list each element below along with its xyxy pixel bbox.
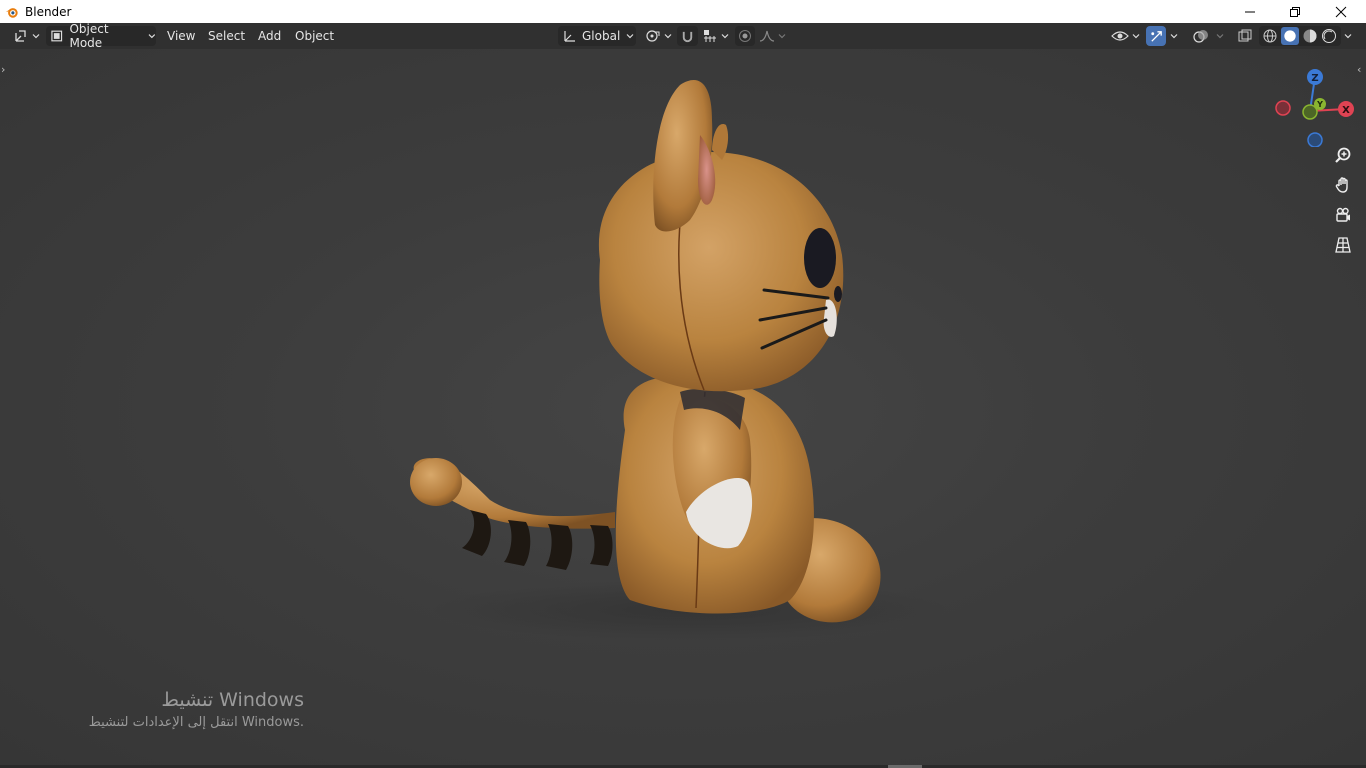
chevron-down-icon: [1132, 34, 1140, 39]
window-title-bar: Blender: [0, 0, 1366, 23]
window-title: Blender: [25, 4, 72, 19]
proportional-editing-toggle[interactable]: [735, 26, 755, 46]
chevron-down-icon: [148, 34, 156, 39]
gizmo-neg-z-icon: [1307, 132, 1323, 147]
overlays-dropdown[interactable]: [1213, 26, 1229, 46]
overlays-toggle[interactable]: [1190, 26, 1212, 46]
restore-button[interactable]: [1272, 0, 1318, 23]
editor-type-button[interactable]: [9, 26, 41, 46]
close-icon: [1335, 6, 1347, 17]
snap-toggle[interactable]: [677, 26, 698, 46]
activation-watermark-title: تنشيط Windows: [161, 689, 304, 711]
chevron-down-icon: [1216, 34, 1224, 39]
rendered-shading-icon[interactable]: [1321, 28, 1337, 44]
perspective-grid-icon: [1335, 237, 1351, 253]
menu-select[interactable]: Select: [203, 26, 250, 46]
menu-add[interactable]: Add: [253, 26, 286, 46]
perspective-toggle-button[interactable]: [1330, 232, 1356, 258]
pan-button[interactable]: [1330, 172, 1356, 198]
solid-shading-icon: [1284, 30, 1296, 42]
eye-icon: [1111, 31, 1129, 41]
minimize-button[interactable]: [1227, 0, 1273, 23]
chevron-down-icon: [1170, 34, 1178, 39]
chevron-down-icon: [778, 34, 786, 39]
activation-watermark-subtitle: انتقل إلى الإعدادات لتنشيط Windows.: [88, 715, 304, 730]
menu-view[interactable]: View: [162, 26, 200, 46]
chevron-down-icon: [664, 34, 672, 39]
wireframe-shading-icon[interactable]: [1262, 28, 1278, 44]
chevron-down-icon: [1344, 34, 1352, 39]
minimize-icon: [1245, 11, 1255, 12]
overlays-icon: [1193, 30, 1208, 43]
gizmo-z-label: Z: [1311, 73, 1318, 84]
shading-dropdown[interactable]: [1341, 26, 1357, 46]
zoom-button[interactable]: [1330, 142, 1356, 168]
transform-orientation-selector[interactable]: Global: [558, 26, 636, 46]
falloff-curve-icon: [759, 30, 775, 42]
mode-selector[interactable]: Object Mode: [46, 22, 156, 50]
visibility-button[interactable]: [1109, 26, 1141, 46]
chevron-down-icon: [32, 34, 40, 39]
object-mode-icon: [51, 30, 63, 42]
restore-icon: [1290, 6, 1300, 17]
zoom-icon: [1335, 147, 1351, 163]
close-button[interactable]: [1318, 0, 1364, 23]
pivot-icon: [646, 30, 660, 42]
global-orientation-icon: [564, 31, 575, 42]
3d-viewport[interactable]: › ‹ Z X Y تنشيط Windows انتقل إلى الإعدا…: [0, 49, 1366, 768]
navigation-gizmo[interactable]: Z X Y: [1270, 57, 1366, 147]
chevron-down-icon: [721, 34, 729, 39]
blender-logo-icon: [5, 7, 18, 18]
xray-toggle[interactable]: [1235, 26, 1255, 46]
gizmo-dropdown[interactable]: [1167, 26, 1183, 46]
viewport-header: Object Mode View Select Add Object Globa…: [0, 22, 1366, 50]
shading-mode-group: [1259, 26, 1341, 46]
mode-label: Object Mode: [69, 22, 109, 50]
tail-stripe: [504, 520, 531, 566]
gizmo-y-label: Y: [1316, 100, 1323, 109]
chevron-down-icon: [626, 34, 634, 39]
proportional-edit-icon: [739, 30, 751, 42]
cat-eye: [804, 228, 836, 288]
pivot-point-button[interactable]: [643, 26, 673, 46]
magnet-icon: [682, 31, 693, 42]
proportional-falloff-button[interactable]: [757, 26, 787, 46]
material-preview-icon[interactable]: [1302, 28, 1318, 44]
3d-viewport-editor-icon: [15, 30, 26, 42]
gizmo-toggle[interactable]: [1146, 26, 1166, 46]
gizmo-x-label: X: [1342, 105, 1350, 116]
snap-increment-icon: [704, 30, 716, 42]
snap-target-button[interactable]: [700, 26, 730, 46]
xray-icon: [1238, 29, 1252, 42]
tail-stripe: [546, 524, 573, 570]
pan-hand-icon: [1335, 177, 1348, 193]
solid-shading-button[interactable]: [1281, 27, 1299, 45]
menu-object[interactable]: Object: [290, 26, 339, 46]
camera-view-icon: [1336, 207, 1350, 222]
cat-model[interactable]: [0, 49, 1366, 768]
camera-view-button[interactable]: [1330, 202, 1356, 228]
tail-stripe: [462, 510, 491, 556]
orientation-label: Global: [582, 29, 621, 43]
tail-stripe: [590, 525, 613, 566]
gizmo-neg-x-icon: [1275, 100, 1291, 116]
gizmo-icon: [1150, 30, 1162, 42]
